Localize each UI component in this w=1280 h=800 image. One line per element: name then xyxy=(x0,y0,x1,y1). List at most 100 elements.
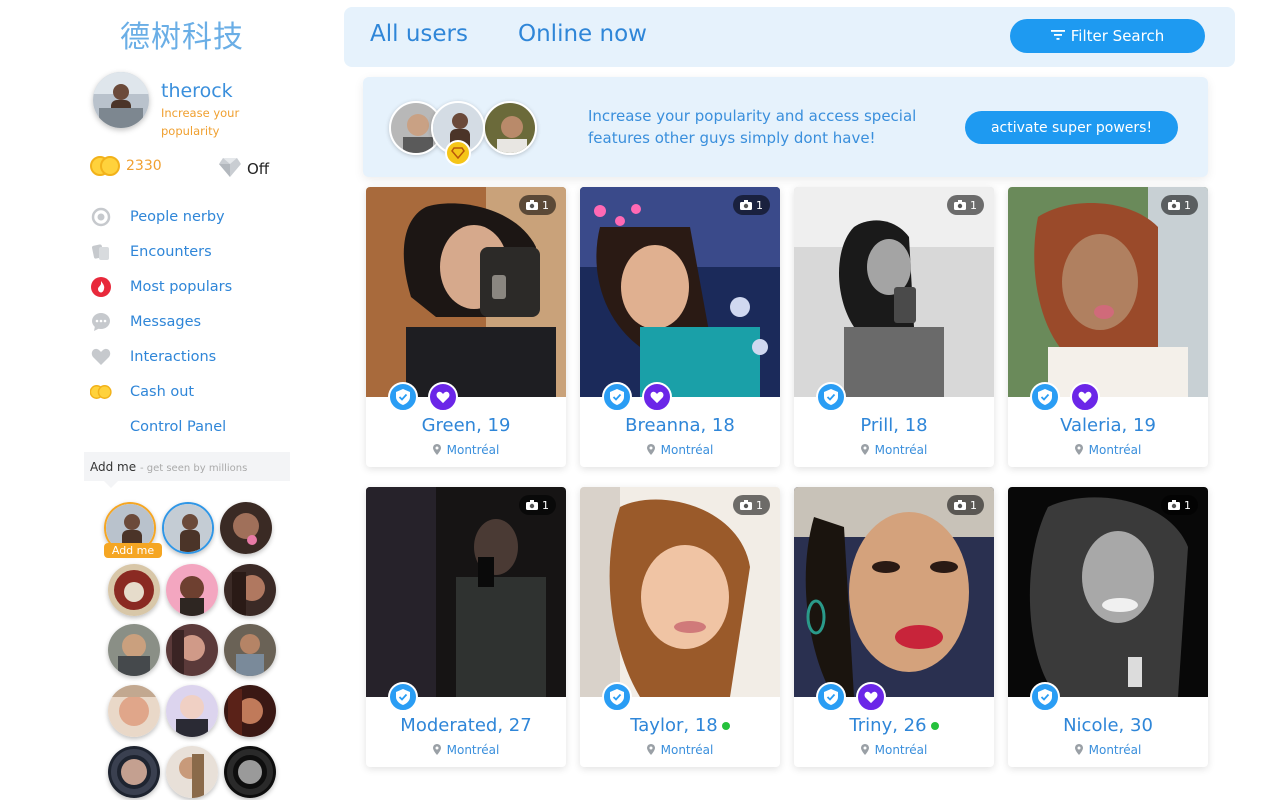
nav-most-populars[interactable]: Most populars xyxy=(90,269,232,304)
spotlight-avatar[interactable] xyxy=(108,685,160,737)
user-card[interactable]: 1 Taylor, 18 Montréal xyxy=(580,487,780,767)
verified-badge-icon xyxy=(1030,382,1060,412)
user-card[interactable]: 1 Breanna, 18 Montréal xyxy=(580,187,780,467)
user-card[interactable]: 1 Moderated, 27 Montréal xyxy=(366,487,566,767)
camera-icon xyxy=(1168,200,1180,210)
favorite-heart-icon[interactable] xyxy=(642,382,672,412)
nav-messages[interactable]: Messages xyxy=(90,304,232,339)
spotlight-avatar[interactable] xyxy=(166,685,218,737)
user-name[interactable]: Triny, 26 xyxy=(794,715,994,736)
photo-count-value: 1 xyxy=(756,498,763,512)
filter-search-label: Filter Search xyxy=(1070,27,1165,45)
user-location-text: Montréal xyxy=(1088,743,1142,757)
top-bar: All users Online now Filter Search xyxy=(344,7,1235,67)
tab-online-now[interactable]: Online now xyxy=(518,21,647,47)
user-card[interactable]: 1 Prill, 18 Montréal xyxy=(794,187,994,467)
spotlight-avatar[interactable] xyxy=(224,746,276,798)
nav-people-nearby[interactable]: People nerby xyxy=(90,199,232,234)
tab-all-users[interactable]: All users xyxy=(370,21,468,47)
spotlight-avatar[interactable] xyxy=(108,746,160,798)
profile-tagline[interactable]: Increase your popularity xyxy=(161,104,271,140)
nav-cash-out[interactable]: Cash out xyxy=(90,374,232,409)
add-me-hint: - get seen by millions xyxy=(139,463,248,474)
user-location-text: Montréal xyxy=(660,443,714,457)
user-name[interactable]: Moderated, 27 xyxy=(366,715,566,736)
filter-search-button[interactable]: Filter Search xyxy=(1010,19,1205,53)
promo-avatar xyxy=(483,101,537,155)
user-card[interactable]: 1 Green, 19 Montréal xyxy=(366,187,566,467)
profile-avatar[interactable] xyxy=(93,72,149,128)
user-name-text: Nicole, 30 xyxy=(1063,715,1153,736)
location-pin-icon xyxy=(646,444,655,458)
sidebar-nav: People nerby Encounters Most populars Me… xyxy=(90,199,232,444)
favorite-heart-icon[interactable] xyxy=(1070,382,1100,412)
spotlight-avatar[interactable] xyxy=(224,685,276,737)
photo-count-value: 1 xyxy=(756,198,763,212)
user-name-text: Moderated, 27 xyxy=(400,715,532,736)
verified-badge-icon xyxy=(816,682,846,712)
nav-control-panel[interactable]: Control Panel xyxy=(90,409,232,444)
user-name[interactable]: Prill, 18 xyxy=(794,415,994,436)
user-photo[interactable] xyxy=(366,187,566,397)
nav-encounters[interactable]: Encounters xyxy=(90,234,232,269)
user-photo[interactable] xyxy=(580,187,780,397)
user-photo[interactable] xyxy=(580,487,780,697)
add-me-banner[interactable]: Add me - get seen by millions xyxy=(84,452,290,488)
user-photo[interactable] xyxy=(794,487,994,697)
spotlight-avatar[interactable] xyxy=(166,624,218,676)
coins-balance[interactable]: 2330 xyxy=(90,156,162,176)
profile-username[interactable]: therock xyxy=(161,80,233,102)
photo-count-badge: 1 xyxy=(1161,495,1198,515)
user-name-text: Green, 19 xyxy=(421,415,511,436)
activate-super-powers-button[interactable]: activate super powers! xyxy=(965,111,1178,144)
user-location: Montréal xyxy=(1008,443,1208,458)
location-pin-icon xyxy=(1074,444,1083,458)
spotlight-avatar[interactable] xyxy=(108,564,160,616)
heart-icon xyxy=(90,346,112,368)
nav-label: People nerby xyxy=(130,208,225,225)
user-name-text: Valeria, 19 xyxy=(1060,415,1156,436)
user-name[interactable]: Breanna, 18 xyxy=(580,415,780,436)
user-name[interactable]: Nicole, 30 xyxy=(1008,715,1208,736)
chat-bubble-icon xyxy=(90,311,112,333)
photo-count-value: 1 xyxy=(542,198,549,212)
nav-label: Encounters xyxy=(130,243,212,260)
favorite-heart-icon[interactable] xyxy=(856,682,886,712)
spotlight-avatar[interactable] xyxy=(166,564,218,616)
user-card[interactable]: 1 Valeria, 19 Montréal xyxy=(1008,187,1208,467)
user-name[interactable]: Green, 19 xyxy=(366,415,566,436)
promo-text: Increase your popularity and access spec… xyxy=(588,107,917,147)
nav-label: Most populars xyxy=(130,278,233,295)
spotlight-avatar[interactable] xyxy=(220,502,272,554)
location-pin-icon xyxy=(860,444,869,458)
spotlight-avatar[interactable] xyxy=(108,624,160,676)
nav-interactions[interactable]: Interactions xyxy=(90,339,232,374)
photo-count-badge: 1 xyxy=(733,195,770,215)
add-me-tag[interactable]: Add me xyxy=(104,543,162,558)
spotlight-avatar[interactable] xyxy=(162,502,214,554)
user-location: Montréal xyxy=(1008,743,1208,758)
user-name-text: Breanna, 18 xyxy=(625,415,735,436)
verified-badge-icon xyxy=(388,682,418,712)
nav-label: Control Panel xyxy=(130,418,227,435)
spotlight-avatar[interactable] xyxy=(166,746,218,798)
location-pin-icon xyxy=(860,744,869,758)
user-location-text: Montréal xyxy=(874,743,928,757)
user-card[interactable]: 1 Nicole, 30 Montréal xyxy=(1008,487,1208,767)
user-photo[interactable] xyxy=(1008,187,1208,397)
premium-toggle[interactable]: Off xyxy=(218,156,269,182)
user-name[interactable]: Valeria, 19 xyxy=(1008,415,1208,436)
spotlight-avatar[interactable] xyxy=(224,564,276,616)
premium-status: Off xyxy=(247,160,270,178)
favorite-heart-icon[interactable] xyxy=(428,382,458,412)
brand-logo[interactable]: 德树科技 xyxy=(120,12,244,56)
user-photo[interactable] xyxy=(1008,487,1208,697)
user-location: Montréal xyxy=(794,443,994,458)
user-location: Montréal xyxy=(580,743,780,758)
camera-icon xyxy=(954,200,966,210)
user-photo[interactable] xyxy=(366,487,566,697)
spotlight-avatar[interactable] xyxy=(224,624,276,676)
user-photo[interactable] xyxy=(794,187,994,397)
user-name[interactable]: Taylor, 18 xyxy=(580,715,780,736)
user-card[interactable]: 1 Triny, 26 Montréal xyxy=(794,487,994,767)
